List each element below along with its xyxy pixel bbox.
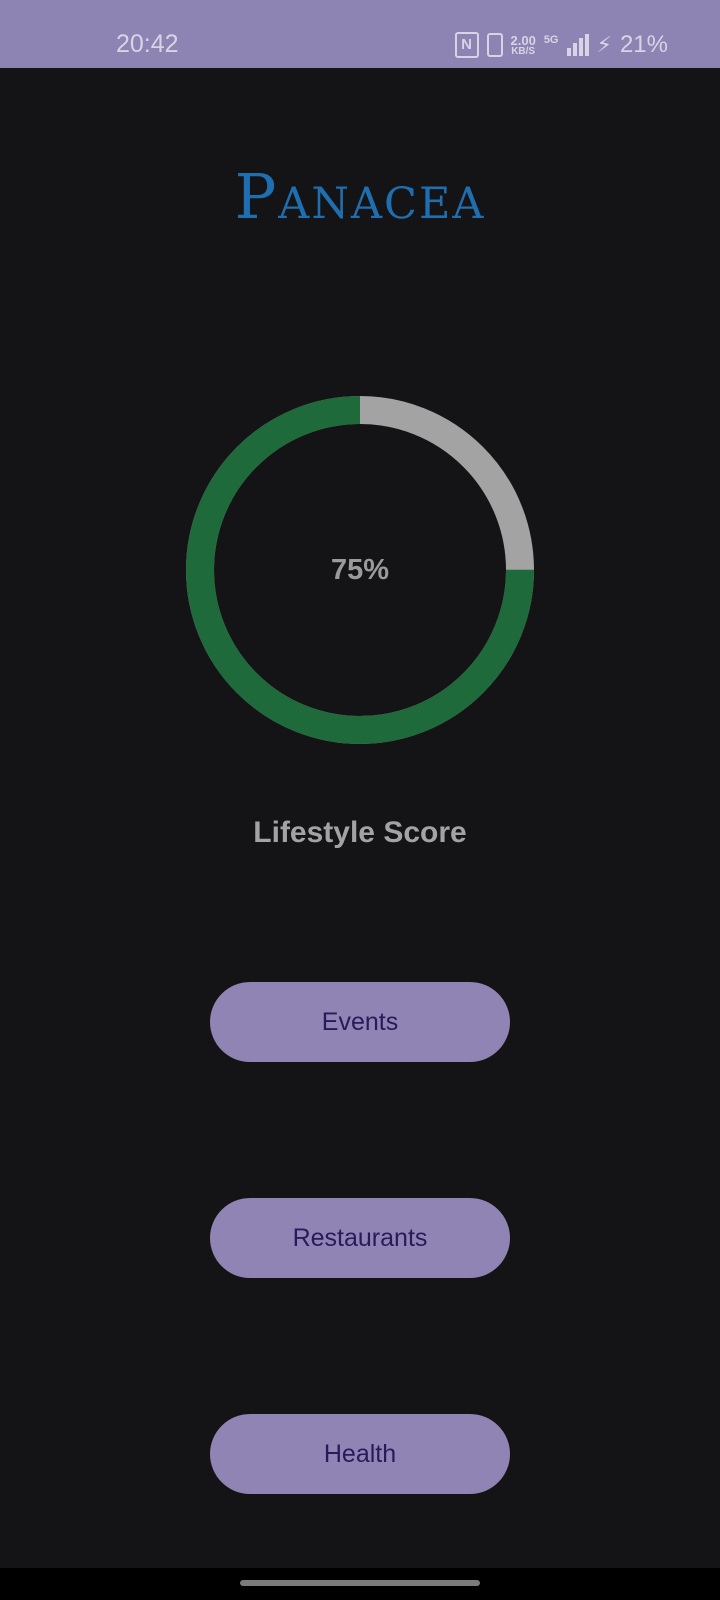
home-screen: 20:42 N 2.00 KB/S 5G ⚡ 21% Panacea 75% L… [0, 0, 720, 1600]
charging-icon: ⚡ [596, 32, 612, 57]
progress-value: 75% [330, 553, 390, 586]
events-button[interactable]: Events [210, 982, 510, 1062]
network-type: 5G [543, 34, 559, 46]
network-speed-unit: KB/S [511, 45, 536, 57]
status-icons: N 2.00 KB/S 5G ⚡ 21% [454, 30, 668, 60]
restaurants-button[interactable]: Restaurants [210, 1198, 510, 1278]
home-indicator[interactable] [240, 1580, 480, 1586]
app-title: Panacea [234, 160, 486, 233]
lifestyle-score-ring: 75% [186, 396, 534, 744]
vibrate-icon [486, 33, 503, 57]
network-speed: 2.00 KB/S [511, 34, 536, 57]
navigation-bar [0, 1568, 720, 1600]
health-button[interactable]: Health [210, 1414, 510, 1494]
status-time: 20:42 [116, 30, 179, 58]
signal-icon [566, 34, 589, 56]
battery-percent: 21% [619, 31, 668, 58]
lifestyle-score-label: Lifestyle Score [253, 816, 467, 849]
network-speed-value: 2.00 [510, 32, 536, 48]
nfc-icon: N [454, 32, 479, 58]
status-bar: 20:42 N 2.00 KB/S 5G ⚡ 21% [0, 0, 720, 68]
